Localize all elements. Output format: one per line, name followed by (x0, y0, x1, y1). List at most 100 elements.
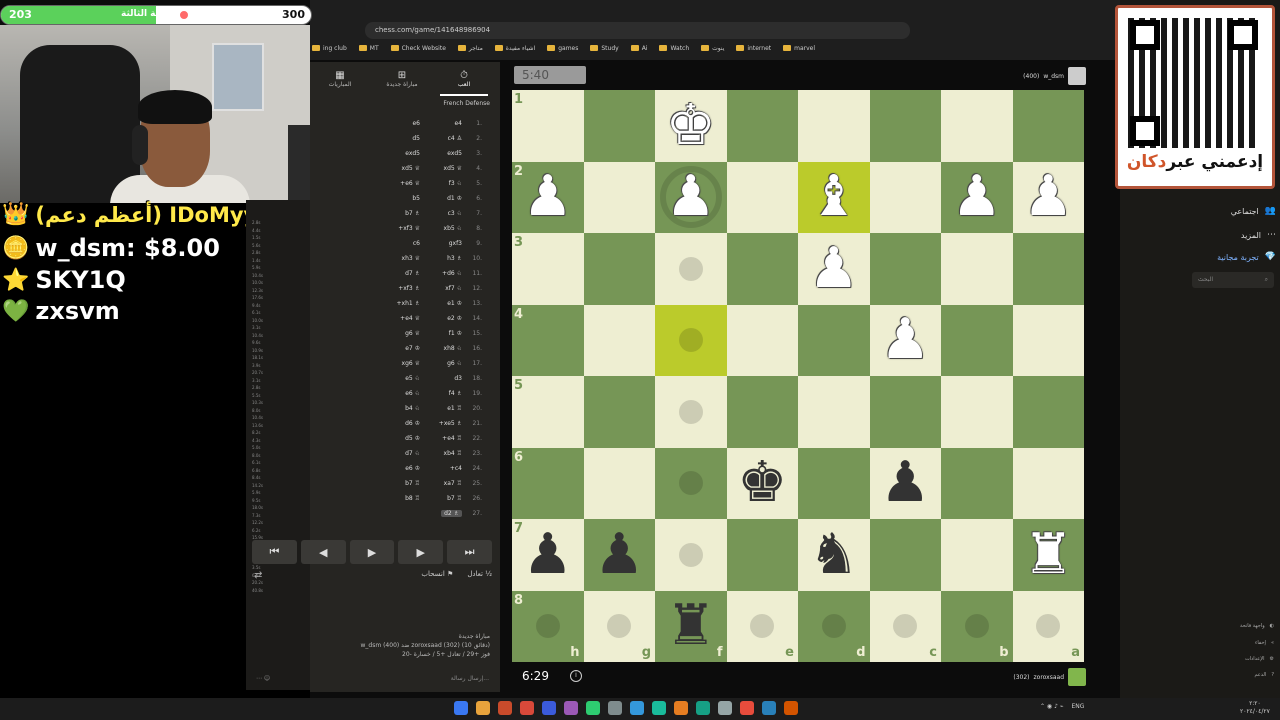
black-move[interactable]: xh3 ♕ (402, 255, 420, 262)
square-f2[interactable]: ♟ (655, 161, 727, 233)
legal-move-dot[interactable] (678, 256, 703, 281)
square-d8[interactable]: d (798, 590, 870, 662)
bookmark-item[interactable]: games (547, 45, 578, 52)
white-move[interactable]: xa7 ♖ (444, 480, 462, 487)
black-move[interactable]: b5 (412, 195, 420, 202)
legal-move-dot[interactable] (678, 399, 703, 424)
square-h4[interactable]: 4 (512, 304, 584, 376)
taskbar-app-icon[interactable] (652, 701, 666, 715)
square-e1[interactable] (726, 90, 798, 162)
bookmark-item[interactable]: Ai (630, 45, 647, 52)
square-b4[interactable] (941, 304, 1013, 376)
draw-button[interactable]: تعادل ½ (467, 570, 492, 584)
tray-icons[interactable]: ⌃ ◉ ♪ ⌁ (1040, 703, 1063, 710)
white-bishop-icon[interactable]: ♝ (809, 169, 859, 225)
square-f4[interactable] (655, 304, 727, 376)
square-d2[interactable]: ♝ (798, 161, 870, 233)
taskbar-app-icon[interactable] (498, 701, 512, 715)
square-f6[interactable] (655, 447, 727, 519)
white-pawn-icon[interactable]: ♟ (880, 312, 930, 368)
square-a6[interactable] (1012, 447, 1084, 519)
square-c7[interactable] (869, 519, 941, 591)
square-g5[interactable] (583, 376, 655, 448)
black-move[interactable]: xg6 ♕ (402, 360, 420, 367)
white-king-icon[interactable]: ♚ (666, 97, 716, 154)
square-g3[interactable] (583, 233, 655, 305)
square-f5[interactable] (655, 376, 727, 448)
bookmark-item[interactable]: Watch (659, 45, 689, 52)
square-e3[interactable] (726, 233, 798, 305)
legal-move-dot[interactable] (821, 614, 846, 639)
square-c1[interactable] (869, 90, 941, 162)
white-move[interactable]: c4 ♙ (448, 135, 462, 142)
taskbar-app-icon[interactable] (674, 701, 688, 715)
taskbar-app-icon[interactable] (784, 701, 798, 715)
white-move[interactable]: xf7 ♘ (445, 285, 462, 292)
black-king-icon[interactable]: ♚ (737, 455, 787, 511)
sidebar-item-free-trial[interactable]: تجربة مجانية 💎 (1180, 252, 1276, 262)
black-move[interactable]: +e4 ♕ (400, 315, 420, 322)
black-move[interactable]: xd5 ♕ (402, 165, 420, 172)
white-move[interactable]: e4 (454, 120, 462, 127)
black-move[interactable]: e5 ♘ (405, 375, 420, 382)
play-button[interactable]: ▶ (349, 540, 395, 564)
square-d4[interactable] (798, 304, 870, 376)
tab-play[interactable]: ⏱ العب (434, 70, 494, 88)
taskbar-app-icon[interactable] (454, 701, 468, 715)
player-name[interactable]: w_dsm (1043, 73, 1064, 80)
square-d6[interactable] (798, 447, 870, 519)
square-d7[interactable]: ♞ (798, 519, 870, 591)
black-move[interactable]: b8 ♖ (405, 495, 420, 502)
square-g8[interactable]: g (583, 590, 655, 662)
square-f3[interactable] (655, 233, 727, 305)
square-a8[interactable]: a (1012, 590, 1084, 662)
square-h6[interactable]: 6 (512, 447, 584, 519)
tab-new-game[interactable]: ⊞ مباراة جديدة (372, 70, 432, 88)
black-move[interactable]: e7 ♔ (405, 345, 420, 352)
bookmark-item[interactable]: اشياء مفيدة (494, 45, 535, 52)
white-move[interactable]: f4 ♗ (449, 390, 462, 397)
square-a1[interactable] (1012, 90, 1084, 162)
white-move[interactable]: g6 ♘ (447, 360, 462, 367)
white-move[interactable]: gxf3 (449, 240, 462, 247)
white-move[interactable]: xb4 ♖ (444, 450, 462, 457)
square-b8[interactable]: b (941, 590, 1013, 662)
white-move[interactable]: e1 ♖ (447, 405, 462, 412)
square-g2[interactable] (583, 161, 655, 233)
square-b3[interactable] (941, 233, 1013, 305)
search-input[interactable]: البحث ⌕ (1192, 272, 1274, 288)
black-pawn-icon[interactable]: ♟ (523, 526, 573, 583)
white-move[interactable]: +c4 (450, 465, 462, 472)
square-b2[interactable]: ♟ (941, 161, 1013, 233)
white-move[interactable]: xb5 ♘ (444, 225, 462, 232)
square-h7[interactable]: 7 ♟ (512, 519, 584, 591)
taskbar-app-icon[interactable] (476, 701, 490, 715)
square-c5[interactable] (869, 376, 941, 448)
square-d1[interactable] (798, 90, 870, 162)
black-move[interactable]: d7 ♘ (405, 450, 420, 457)
black-pawn-icon[interactable]: ♟ (880, 455, 930, 511)
taskbar-app-icon[interactable] (630, 701, 644, 715)
square-c3[interactable] (869, 233, 941, 305)
black-move[interactable]: c6 (413, 240, 420, 247)
white-move[interactable]: +e4 ♖ (442, 435, 462, 442)
avatar[interactable] (1068, 67, 1086, 85)
square-e8[interactable]: e (726, 590, 798, 662)
square-g7[interactable]: ♟ (583, 519, 655, 591)
black-pawn-icon[interactable]: ♟ (594, 526, 644, 583)
square-e7[interactable] (726, 519, 798, 591)
square-g4[interactable] (583, 304, 655, 376)
bookmark-item[interactable]: متاجر (457, 45, 483, 52)
black-move[interactable]: +xh1 ♗ (397, 300, 420, 307)
square-b6[interactable] (941, 447, 1013, 519)
first-move-button[interactable]: ⏮ (252, 540, 297, 564)
sidebar-link-settings[interactable]: الإعدادات ⚙ (1190, 656, 1274, 662)
taskbar-app-icon[interactable] (520, 701, 534, 715)
black-move[interactable]: d5 ♔ (405, 435, 420, 442)
white-move[interactable]: exd5 (447, 150, 462, 157)
taskbar-app-icon[interactable] (718, 701, 732, 715)
black-move[interactable]: +e6 ♕ (400, 180, 420, 187)
bookmark-item[interactable]: marvel (783, 45, 815, 52)
black-move[interactable]: e6 ♔ (405, 465, 420, 472)
bookmark-item[interactable]: ing club (312, 45, 347, 52)
